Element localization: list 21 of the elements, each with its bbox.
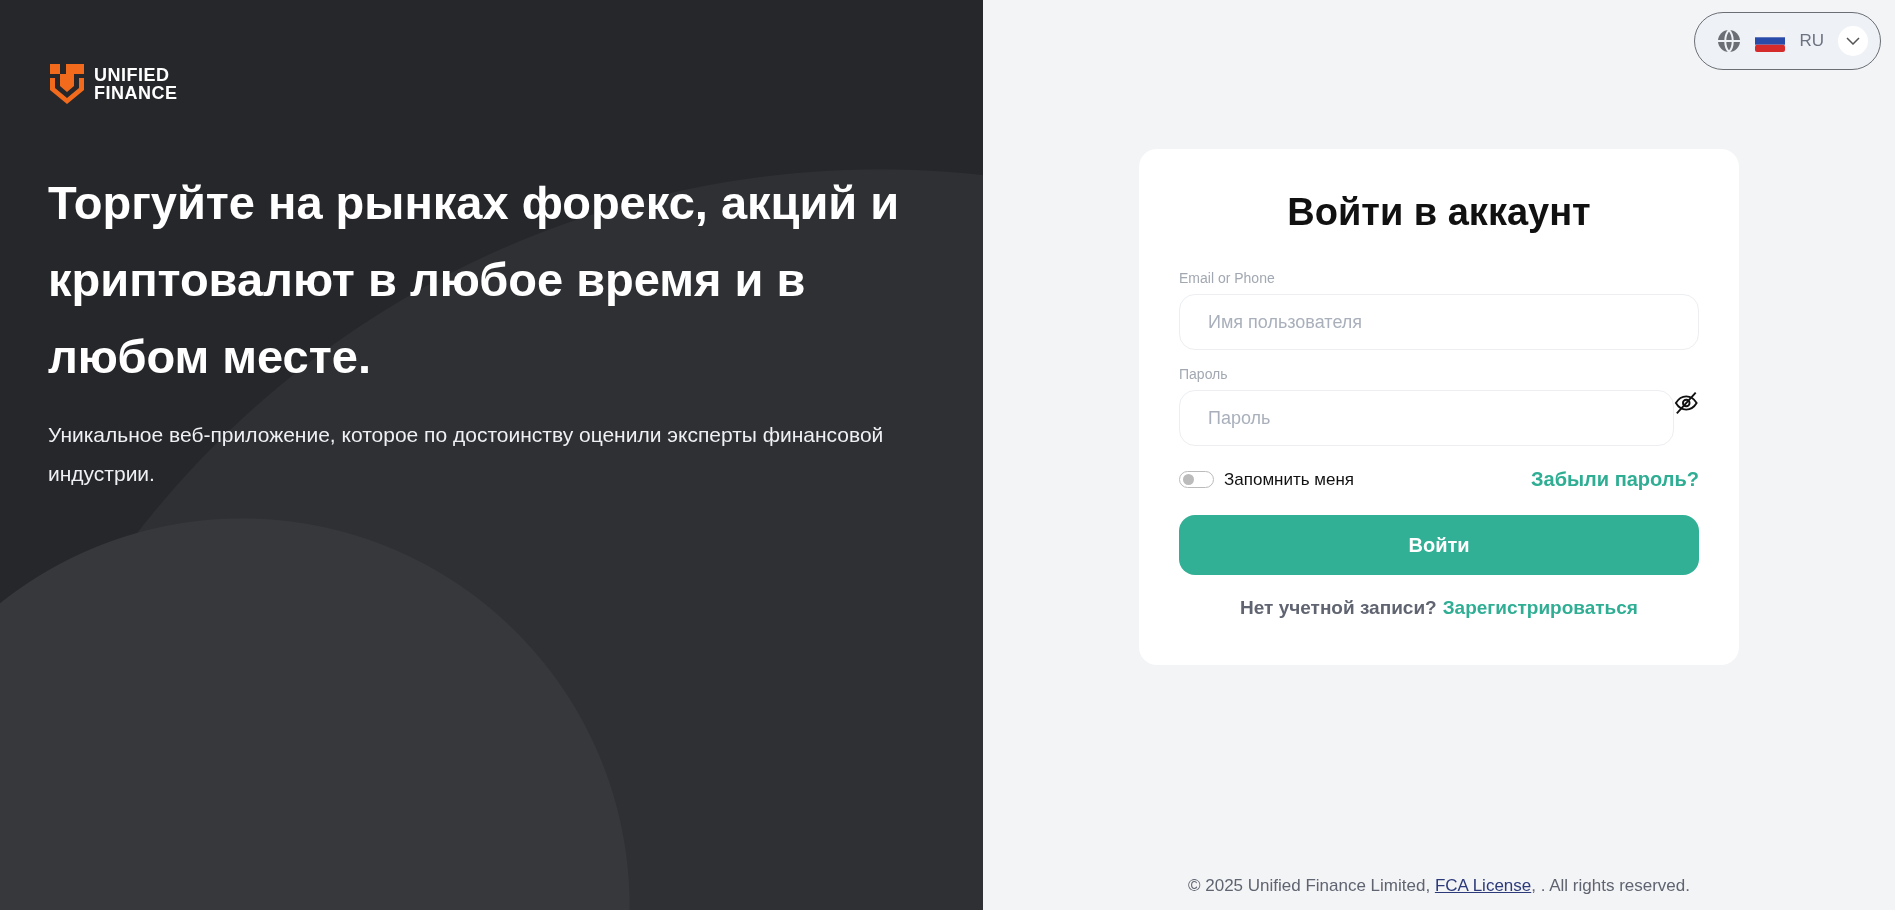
forgot-password-link[interactable]: Забыли пароль?	[1531, 468, 1699, 491]
login-title: Войти в аккаунт	[1286, 191, 1592, 234]
globe-icon	[1717, 29, 1742, 53]
remember-toggle[interactable]	[1179, 471, 1214, 488]
hero-headline: Торгуйте на рынках форекс, акций и криптовалют в любое время и в любом месте.	[48, 175, 901, 385]
shield-logo-icon	[48, 62, 86, 106]
field-label: Email or Phone	[1179, 270, 1276, 286]
remember-label: Запомнить меня	[1224, 469, 1355, 490]
login-button[interactable]: Войти	[1179, 515, 1699, 575]
field-label: Пароль	[1179, 366, 1229, 382]
chevron-down-icon	[1838, 26, 1868, 56]
license-link[interactable]: FCA License	[1434, 876, 1532, 895]
signup-prompt: Нет учетной записи?	[1240, 597, 1437, 619]
brand-name: UNIFIED FINANCE	[94, 66, 178, 102]
eye-slash-icon[interactable]	[1674, 390, 1699, 416]
signup-link[interactable]: Зарегистрироваться	[1442, 597, 1638, 619]
hero-subtitle: Уникальное веб-приложение, которое по достоинству оценили эксперты финансовой индустрии.	[48, 422, 885, 487]
language-selector[interactable]: RU	[1694, 12, 1881, 70]
flag-icon	[1755, 30, 1786, 52]
copyright-text: © 2025 Unified Finance Limited, FCA License, . All rights reserved.	[1188, 876, 1690, 896]
username-field[interactable]: Имя пользователя	[1179, 294, 1699, 350]
